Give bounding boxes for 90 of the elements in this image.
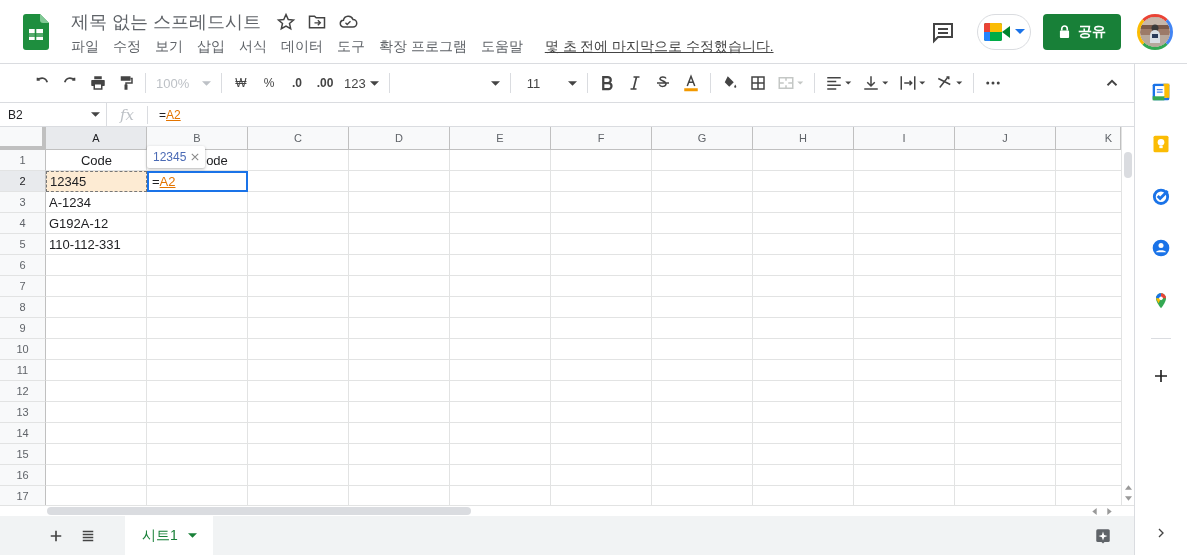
menu-item[interactable]: 서식 bbox=[239, 38, 267, 56]
column-header[interactable]: K bbox=[1056, 127, 1121, 150]
column-header[interactable]: C bbox=[248, 127, 349, 150]
row-header[interactable]: 2 bbox=[0, 171, 46, 192]
increase-decimal-button[interactable]: .00 bbox=[316, 76, 334, 90]
close-icon[interactable] bbox=[191, 153, 200, 161]
vertical-align-icon[interactable] bbox=[861, 74, 889, 92]
table-cell-text: G192A-12 bbox=[48, 214, 110, 233]
menu-item[interactable]: 확장 프로그램 bbox=[379, 38, 467, 56]
row-header[interactable]: 5 bbox=[0, 234, 46, 255]
menu-item[interactable]: 수정 bbox=[113, 38, 141, 56]
scroll-down-icon[interactable] bbox=[1124, 496, 1132, 501]
share-button[interactable]: 공유 bbox=[1043, 13, 1121, 50]
row-header[interactable]: 9 bbox=[0, 318, 46, 339]
menu-item[interactable]: 데이터 bbox=[281, 38, 323, 56]
row-header[interactable]: 10 bbox=[0, 339, 46, 360]
column-header[interactable]: B bbox=[147, 127, 248, 150]
align-icon[interactable] bbox=[824, 74, 852, 92]
text-wrap-icon[interactable] bbox=[898, 74, 926, 92]
scroll-up-icon[interactable] bbox=[1124, 485, 1132, 490]
number-format-dropdown[interactable]: 123 bbox=[344, 75, 379, 91]
row-header[interactable]: 13 bbox=[0, 402, 46, 423]
row-header[interactable]: 15 bbox=[0, 444, 46, 465]
table-cell-text: 110-112-331 bbox=[48, 235, 122, 254]
decrease-decimal-button[interactable]: .0 bbox=[288, 76, 306, 90]
text-color-icon[interactable] bbox=[681, 74, 700, 92]
video-camera-icon bbox=[983, 21, 1011, 42]
document-title[interactable]: 제목 없는 스프레드시트 bbox=[71, 10, 261, 34]
font-size-dropdown[interactable]: 11 bbox=[520, 75, 577, 91]
sheets-logo-icon[interactable] bbox=[23, 13, 49, 50]
table-cell-text: A-1234 bbox=[48, 193, 92, 212]
explore-icon[interactable] bbox=[1094, 526, 1112, 545]
last-edit-link[interactable]: 몇 초 전에 마지막으로 수정했습니다. bbox=[544, 38, 774, 56]
row-header[interactable]: 3 bbox=[0, 192, 46, 213]
borders-icon[interactable] bbox=[748, 74, 767, 92]
row-header[interactable]: 8 bbox=[0, 297, 46, 318]
row-header[interactable]: 17 bbox=[0, 486, 46, 505]
row-header[interactable]: 16 bbox=[0, 465, 46, 486]
function-label: fx bbox=[107, 105, 148, 124]
column-header[interactable]: H bbox=[753, 127, 854, 150]
scrollbar-thumb[interactable] bbox=[1124, 152, 1132, 178]
row-header[interactable]: 4 bbox=[0, 213, 46, 234]
formula-input[interactable]: =A2 bbox=[148, 107, 181, 122]
column-header[interactable]: G bbox=[652, 127, 753, 150]
scrollbar-thumb[interactable] bbox=[47, 507, 471, 515]
vertical-scrollbar[interactable] bbox=[1121, 127, 1134, 505]
row-header[interactable]: 11 bbox=[0, 360, 46, 381]
column-header[interactable]: J bbox=[955, 127, 1056, 150]
caret-icon bbox=[187, 533, 197, 538]
print-icon[interactable] bbox=[89, 74, 107, 92]
column-header[interactable]: I bbox=[854, 127, 955, 150]
currency-button[interactable]: ₩ bbox=[232, 76, 250, 90]
caret-icon bbox=[567, 80, 577, 86]
column-header[interactable]: A bbox=[46, 127, 147, 150]
caret-icon bbox=[91, 112, 100, 117]
caret-icon bbox=[202, 80, 211, 86]
scroll-right-icon[interactable] bbox=[1107, 507, 1112, 515]
star-icon[interactable] bbox=[276, 12, 296, 32]
column-header[interactable]: D bbox=[349, 127, 450, 150]
row-header[interactable]: 6 bbox=[0, 255, 46, 276]
menu-item[interactable]: 도구 bbox=[337, 38, 365, 56]
percent-button[interactable]: % bbox=[260, 76, 278, 90]
table-cell: 12345 bbox=[46, 171, 147, 192]
contacts-icon[interactable] bbox=[1151, 238, 1171, 258]
row-header[interactable]: 7 bbox=[0, 276, 46, 297]
caret-icon bbox=[1015, 28, 1025, 35]
sheet-tab[interactable]: 시트1 bbox=[125, 516, 213, 555]
row-header[interactable]: 12 bbox=[0, 381, 46, 402]
folder-icon[interactable] bbox=[307, 12, 327, 32]
name-box[interactable]: B2 bbox=[0, 103, 107, 126]
formula-cell[interactable]: =A2 bbox=[147, 171, 248, 192]
row-header[interactable]: 1 bbox=[0, 150, 46, 171]
caret-icon bbox=[490, 80, 500, 86]
value-tooltip: 12345 bbox=[147, 146, 206, 168]
add-icon[interactable] bbox=[1152, 367, 1170, 385]
lock-icon bbox=[1058, 25, 1070, 38]
table-cell-text: Code bbox=[79, 151, 114, 170]
column-header[interactable]: F bbox=[551, 127, 652, 150]
caret-icon bbox=[369, 80, 379, 86]
menu-item[interactable]: 파일 bbox=[71, 38, 99, 56]
menu-item[interactable]: 도움말 bbox=[480, 38, 523, 56]
menu-item[interactable]: 보기 bbox=[155, 38, 183, 56]
calendar-icon[interactable] bbox=[1151, 82, 1171, 102]
menu-item[interactable]: 삽입 bbox=[197, 38, 225, 56]
tasks-icon[interactable] bbox=[1151, 186, 1171, 206]
avatar[interactable] bbox=[1137, 13, 1173, 50]
column-header[interactable]: E bbox=[450, 127, 551, 150]
table-cell-text: ode bbox=[205, 151, 229, 170]
row-header[interactable]: 14 bbox=[0, 423, 46, 444]
scroll-left-icon[interactable] bbox=[1092, 507, 1097, 515]
